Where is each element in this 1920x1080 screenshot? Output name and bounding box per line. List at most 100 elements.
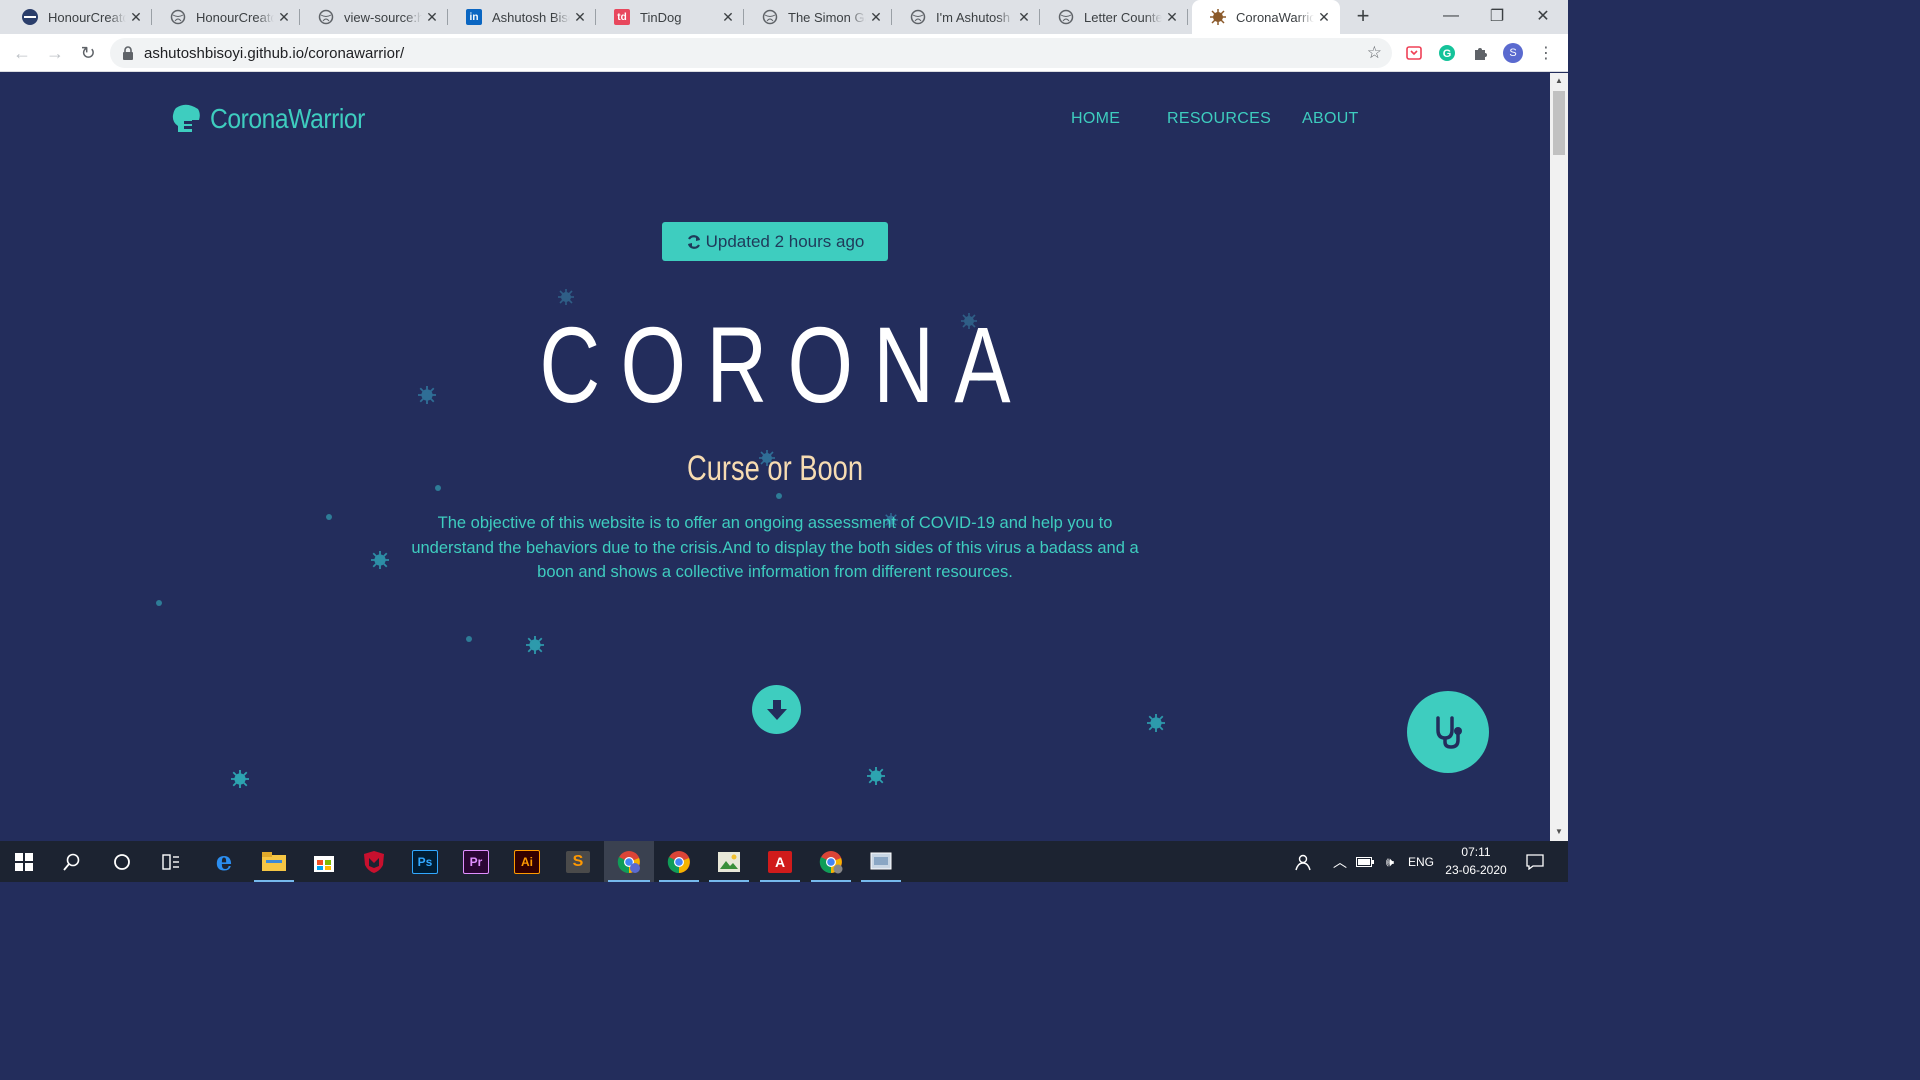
tab-coronawarrior[interactable]: CoronaWarrior ✕ <box>1192 0 1340 34</box>
app-window-icon[interactable] <box>857 841 905 882</box>
address-bar[interactable]: ashutoshbisoyi.github.io/coronawarrior/ … <box>110 38 1392 68</box>
particle-dot <box>466 636 472 642</box>
hero-subtitle: Curse or Boon <box>686 449 864 488</box>
acrobat-icon[interactable]: A <box>756 841 804 882</box>
file-explorer-icon[interactable] <box>250 841 298 882</box>
minimize-icon[interactable]: — <box>1428 0 1474 32</box>
page-content: CoronaWarrior HOME RESOURCES ABOUT Updat… <box>0 73 1550 841</box>
system-clock[interactable]: 07:11 23-06-2020 <box>1440 843 1512 879</box>
virus-decoration-icon <box>371 551 389 569</box>
tab-title: I'm Ashutosh <box>936 9 1011 25</box>
tab-im-ashutosh[interactable]: I'm Ashutosh ✕ <box>892 0 1040 34</box>
tab-simon-game[interactable]: The Simon Game ✕ <box>744 0 892 34</box>
tab-honourcreator-2[interactable]: HonourCreator ✕ <box>152 0 300 34</box>
update-label: Updated 2 hours ago <box>705 231 865 251</box>
globe-icon <box>1058 9 1074 25</box>
profile-avatar[interactable]: S <box>1503 43 1523 63</box>
chrome-profile-taskbar-icon[interactable] <box>604 841 654 882</box>
profile-initial: S <box>1503 43 1523 63</box>
search-icon[interactable] <box>48 841 96 882</box>
virus-decoration-icon <box>1147 714 1165 732</box>
tab-view-source[interactable]: view-source:https ✕ <box>300 0 448 34</box>
forward-arrow-icon[interactable]: → <box>43 41 67 65</box>
scroll-down-arrow-icon[interactable]: ▼ <box>1554 827 1564 837</box>
brand-name: CoronaWarrior <box>210 103 365 134</box>
clock-date: 23-06-2020 <box>1445 863 1507 877</box>
nav-about-link[interactable]: ABOUT <box>1302 110 1359 128</box>
people-icon[interactable] <box>1280 841 1324 882</box>
chevron-up-icon[interactable]: ︿ <box>1328 841 1352 882</box>
chrome-icon[interactable] <box>655 841 703 882</box>
reload-icon[interactable]: ↻ <box>76 41 100 65</box>
new-tab-button[interactable]: + <box>1352 5 1374 27</box>
photoshop-icon[interactable]: Ps <box>401 841 449 882</box>
updated-status-button[interactable]: Updated 2 hours ago <box>662 222 888 261</box>
tab-tindog[interactable]: td TinDog ✕ <box>596 0 744 34</box>
globe-icon <box>318 9 334 25</box>
pocket-extension-icon[interactable] <box>1404 43 1424 63</box>
close-icon[interactable]: ✕ <box>718 9 738 26</box>
cortana-icon[interactable] <box>98 841 146 882</box>
virus-decoration-icon <box>867 767 885 785</box>
volume-icon[interactable]: 🕪 <box>1378 841 1402 882</box>
microsoft-store-icon[interactable] <box>300 841 348 882</box>
tab-title: Letter Counter <box>1084 9 1162 25</box>
tab-linkedin[interactable]: in Ashutosh Bisoyi ✕ <box>448 0 596 34</box>
page-scrollbar[interactable]: ▲ ▼ <box>1550 73 1568 841</box>
tab-letter-counter[interactable]: Letter Counter ✕ <box>1040 0 1188 34</box>
premiere-icon[interactable]: Pr <box>452 841 500 882</box>
menu-kebab-icon[interactable]: ⋮ <box>1536 43 1556 63</box>
mcafee-shield-icon[interactable] <box>350 841 398 882</box>
language-indicator[interactable]: ENG <box>1408 841 1434 882</box>
scroll-up-arrow-icon[interactable]: ▲ <box>1554 76 1564 86</box>
scroll-down-button[interactable] <box>752 685 801 734</box>
clock-time: 07:11 <box>1461 845 1491 859</box>
sublime-text-icon[interactable]: S <box>554 841 602 882</box>
grammarly-extension-icon[interactable]: G <box>1437 43 1457 63</box>
close-icon[interactable]: ✕ <box>1014 9 1034 26</box>
restore-icon[interactable]: ❐ <box>1474 0 1520 32</box>
extensions-puzzle-icon[interactable] <box>1470 43 1490 63</box>
edge-browser-icon[interactable]: e <box>200 841 248 882</box>
close-icon[interactable]: ✕ <box>126 9 146 26</box>
close-icon[interactable]: ✕ <box>274 9 294 26</box>
lock-icon <box>123 46 133 60</box>
premiere-label: Pr <box>463 849 489 874</box>
scrollbar-thumb[interactable] <box>1553 91 1565 155</box>
window-close-icon[interactable]: ✕ <box>1520 0 1566 32</box>
back-arrow-icon[interactable]: ← <box>10 41 34 65</box>
chrome-secondary-icon[interactable] <box>807 841 855 882</box>
particle-dot <box>326 514 332 520</box>
tab-title: TinDog <box>640 9 682 25</box>
close-icon[interactable]: ✕ <box>422 9 442 26</box>
photos-app-icon[interactable] <box>705 841 753 882</box>
close-icon[interactable]: ✕ <box>570 9 590 26</box>
nav-home-link[interactable]: HOME <box>1071 110 1120 128</box>
browser-toolbar: ← → ↻ ashutoshbisoyi.github.io/coronawar… <box>0 34 1568 72</box>
close-icon[interactable]: ✕ <box>866 9 886 26</box>
nav-resources-link[interactable]: RESOURCES <box>1167 110 1271 128</box>
particle-dot <box>156 600 162 606</box>
close-icon[interactable]: ✕ <box>1162 9 1182 26</box>
tab-title: HonourCreator <box>196 9 274 25</box>
notifications-icon[interactable] <box>1518 841 1552 882</box>
close-icon[interactable]: ✕ <box>1314 9 1334 26</box>
svg-text:G: G <box>1443 48 1452 60</box>
virus-favicon-icon <box>1210 9 1226 25</box>
tab-title: HonourCreator <box>48 9 126 25</box>
bookmark-star-icon[interactable]: ☆ <box>1367 43 1382 63</box>
task-view-icon[interactable] <box>147 841 195 882</box>
doctor-help-button[interactable] <box>1407 691 1489 773</box>
globe-icon <box>170 9 186 25</box>
virus-decoration-icon <box>526 636 544 654</box>
site-globe-icon <box>22 9 38 25</box>
illustrator-icon[interactable]: Ai <box>503 841 551 882</box>
start-windows-icon[interactable] <box>0 841 48 882</box>
tab-honourcreator-1[interactable]: HonourCreator ✕ <box>4 0 152 34</box>
tab-title: Ashutosh Bisoyi <box>492 9 570 25</box>
battery-icon[interactable] <box>1352 841 1378 882</box>
refresh-icon <box>687 234 700 249</box>
tab-title: The Simon Game <box>788 9 866 25</box>
brand-logo[interactable]: CoronaWarrior <box>170 103 386 135</box>
virus-decoration-icon <box>231 770 249 788</box>
